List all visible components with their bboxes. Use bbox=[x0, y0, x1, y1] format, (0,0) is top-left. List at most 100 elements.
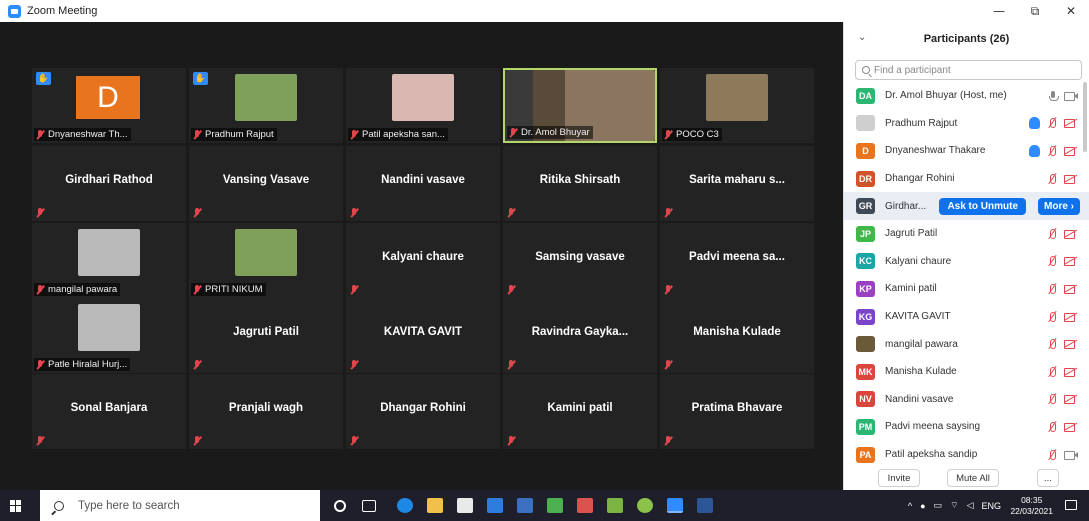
task-view-icon[interactable] bbox=[362, 500, 376, 512]
muted-mic-icon[interactable] bbox=[1046, 283, 1058, 295]
cortana-icon[interactable] bbox=[334, 500, 346, 512]
zoom-taskbar-icon[interactable] bbox=[667, 498, 683, 513]
muted-mic-icon[interactable] bbox=[1046, 393, 1058, 405]
participant-row[interactable]: KC Kalyani chaure bbox=[844, 248, 1089, 276]
video-tile[interactable]: Nandini vasave bbox=[346, 146, 500, 221]
muted-mic-icon[interactable] bbox=[1046, 338, 1058, 350]
video-tile[interactable]: KAVITA GAVIT bbox=[346, 298, 500, 373]
participant-row[interactable]: KG KAVITA GAVIT bbox=[844, 303, 1089, 331]
participant-row[interactable]: mangilal pawara bbox=[844, 330, 1089, 358]
camera-off-icon[interactable] bbox=[1064, 284, 1078, 294]
app-icon-3[interactable] bbox=[637, 498, 653, 513]
clock[interactable]: 08:35 22/03/2021 bbox=[1010, 495, 1053, 517]
microphone-icon[interactable]: ● bbox=[920, 501, 925, 511]
edge-browser-icon[interactable] bbox=[397, 498, 413, 513]
more-options-button[interactable]: ... bbox=[1037, 469, 1059, 487]
notification-icon[interactable] bbox=[1065, 500, 1077, 510]
video-tile[interactable]: Samsing vasave bbox=[503, 223, 657, 298]
muted-mic-icon[interactable] bbox=[1046, 228, 1058, 240]
video-tile[interactable]: Patil apeksha san... bbox=[346, 68, 500, 143]
video-tile[interactable]: mangilal pawara bbox=[32, 223, 186, 298]
muted-mic-icon[interactable] bbox=[1046, 311, 1058, 323]
video-tile[interactable]: PRITI NIKUM bbox=[189, 223, 343, 298]
participant-row[interactable]: PM Padvi meena saysing bbox=[844, 413, 1089, 441]
app-icon-2[interactable] bbox=[607, 498, 623, 513]
muted-mic-icon[interactable] bbox=[1046, 366, 1058, 378]
video-tile[interactable]: Sarita maharu s... bbox=[660, 146, 814, 221]
participant-row[interactable]: GR Girdhar... Ask to Unmute More › bbox=[844, 192, 1089, 220]
participant-row[interactable]: PA Patil apeksha sandip bbox=[844, 441, 1089, 469]
video-tile[interactable]: Ritika Shirsath bbox=[503, 146, 657, 221]
video-tile[interactable]: Dr. Amol Bhuyar bbox=[503, 68, 657, 143]
minimize-button[interactable]: — bbox=[981, 0, 1017, 22]
powerpoint-icon[interactable] bbox=[577, 498, 593, 513]
muted-mic-icon[interactable] bbox=[1046, 117, 1058, 129]
muted-mic-icon[interactable] bbox=[1046, 255, 1058, 267]
camera-off-icon[interactable] bbox=[1064, 394, 1078, 405]
video-tile[interactable]: Kamini patil bbox=[503, 374, 657, 449]
camera-on-icon[interactable] bbox=[1064, 450, 1078, 460]
camera-on-icon[interactable] bbox=[1064, 91, 1078, 101]
video-tile[interactable]: Sonal Banjara bbox=[32, 374, 186, 449]
close-button[interactable]: ✕ bbox=[1053, 0, 1089, 22]
video-tile[interactable]: Girdhari Rathod bbox=[32, 146, 186, 221]
video-tile[interactable]: Patle Hiralal Hurj... bbox=[32, 298, 186, 373]
participant-row[interactable]: Pradhum Rajput bbox=[844, 110, 1089, 138]
more-button[interactable]: More › bbox=[1038, 197, 1080, 215]
start-button[interactable] bbox=[0, 490, 32, 521]
video-tile[interactable]: Vansing Vasave bbox=[189, 146, 343, 221]
video-tile[interactable]: Pratima Bhavare bbox=[660, 374, 814, 449]
video-tile[interactable]: Pradhum Rajput ✋ bbox=[189, 68, 343, 143]
video-tile[interactable]: Manisha Kulade bbox=[660, 298, 814, 373]
network-icon[interactable]: ⌔ bbox=[950, 500, 958, 511]
camera-off-icon[interactable] bbox=[1064, 174, 1078, 184]
video-tile[interactable]: Pranjali wagh bbox=[189, 374, 343, 449]
mail-icon[interactable] bbox=[487, 498, 503, 513]
video-tile[interactable]: Jagruti Patil bbox=[189, 298, 343, 373]
video-tile[interactable]: D Dnyaneshwar Th... ✋ bbox=[32, 68, 186, 143]
camera-off-icon[interactable] bbox=[1064, 312, 1078, 322]
chevron-up-icon[interactable]: ^ bbox=[908, 501, 912, 511]
camera-off-icon[interactable] bbox=[1064, 339, 1078, 350]
participant-row[interactable]: NV Nandini vasave bbox=[844, 386, 1089, 414]
camera-off-icon[interactable] bbox=[1064, 422, 1078, 432]
participant-row[interactable]: DR Dhangar Rohini bbox=[844, 165, 1089, 193]
taskbar-search-box[interactable]: Type here to search bbox=[40, 490, 320, 521]
tile-name-label: PRITI NIKUM bbox=[191, 283, 266, 296]
language-indicator[interactable]: ENG bbox=[981, 501, 1001, 511]
muted-mic-icon[interactable] bbox=[1046, 421, 1058, 433]
muted-mic-icon[interactable] bbox=[1046, 173, 1058, 185]
invite-button[interactable]: Invite bbox=[878, 469, 920, 487]
participant-search-input[interactable]: Find a participant bbox=[855, 60, 1082, 80]
participant-list-scrollbar[interactable] bbox=[1083, 82, 1087, 152]
restore-button[interactable]: ⧉ bbox=[1017, 0, 1053, 22]
video-tile[interactable]: Dhangar Rohini bbox=[346, 374, 500, 449]
participant-row[interactable]: MK Manisha Kulade bbox=[844, 358, 1089, 386]
excel-icon[interactable] bbox=[547, 498, 563, 513]
participant-row[interactable]: KP Kamini patil bbox=[844, 275, 1089, 303]
battery-icon[interactable]: ▭ bbox=[934, 500, 943, 511]
video-tile[interactable]: Padvi meena sa... bbox=[660, 223, 814, 298]
mic-on-icon[interactable] bbox=[1048, 90, 1059, 102]
ask-to-unmute-button[interactable]: Ask to Unmute bbox=[939, 197, 1026, 215]
file-explorer-icon[interactable] bbox=[427, 498, 443, 513]
muted-mic-icon[interactable] bbox=[1046, 449, 1058, 461]
app-icon-1[interactable] bbox=[517, 498, 533, 513]
participant-row[interactable]: DA Dr. Amol Bhuyar (Host, me) bbox=[844, 82, 1089, 110]
camera-off-icon[interactable] bbox=[1064, 256, 1078, 267]
participant-row[interactable]: D Dnyaneshwar Thakare bbox=[844, 137, 1089, 165]
mute-all-button[interactable]: Mute All bbox=[947, 469, 999, 487]
muted-mic-icon[interactable] bbox=[1046, 145, 1058, 157]
video-tile[interactable]: Kalyani chaure bbox=[346, 223, 500, 298]
participant-row[interactable]: JP Jagruti Patil bbox=[844, 220, 1089, 248]
video-tile[interactable]: Ravindra Gayka... bbox=[503, 298, 657, 373]
video-tile[interactable]: POCO C3 bbox=[660, 68, 814, 143]
participant-status-icons bbox=[1046, 386, 1078, 414]
store-icon[interactable] bbox=[457, 498, 473, 513]
camera-off-icon[interactable] bbox=[1064, 146, 1078, 156]
camera-off-icon[interactable] bbox=[1064, 118, 1078, 129]
camera-off-icon[interactable] bbox=[1064, 229, 1078, 239]
camera-off-icon[interactable] bbox=[1064, 367, 1078, 377]
volume-icon[interactable]: ◁ bbox=[967, 500, 974, 511]
word-icon[interactable] bbox=[697, 498, 713, 513]
